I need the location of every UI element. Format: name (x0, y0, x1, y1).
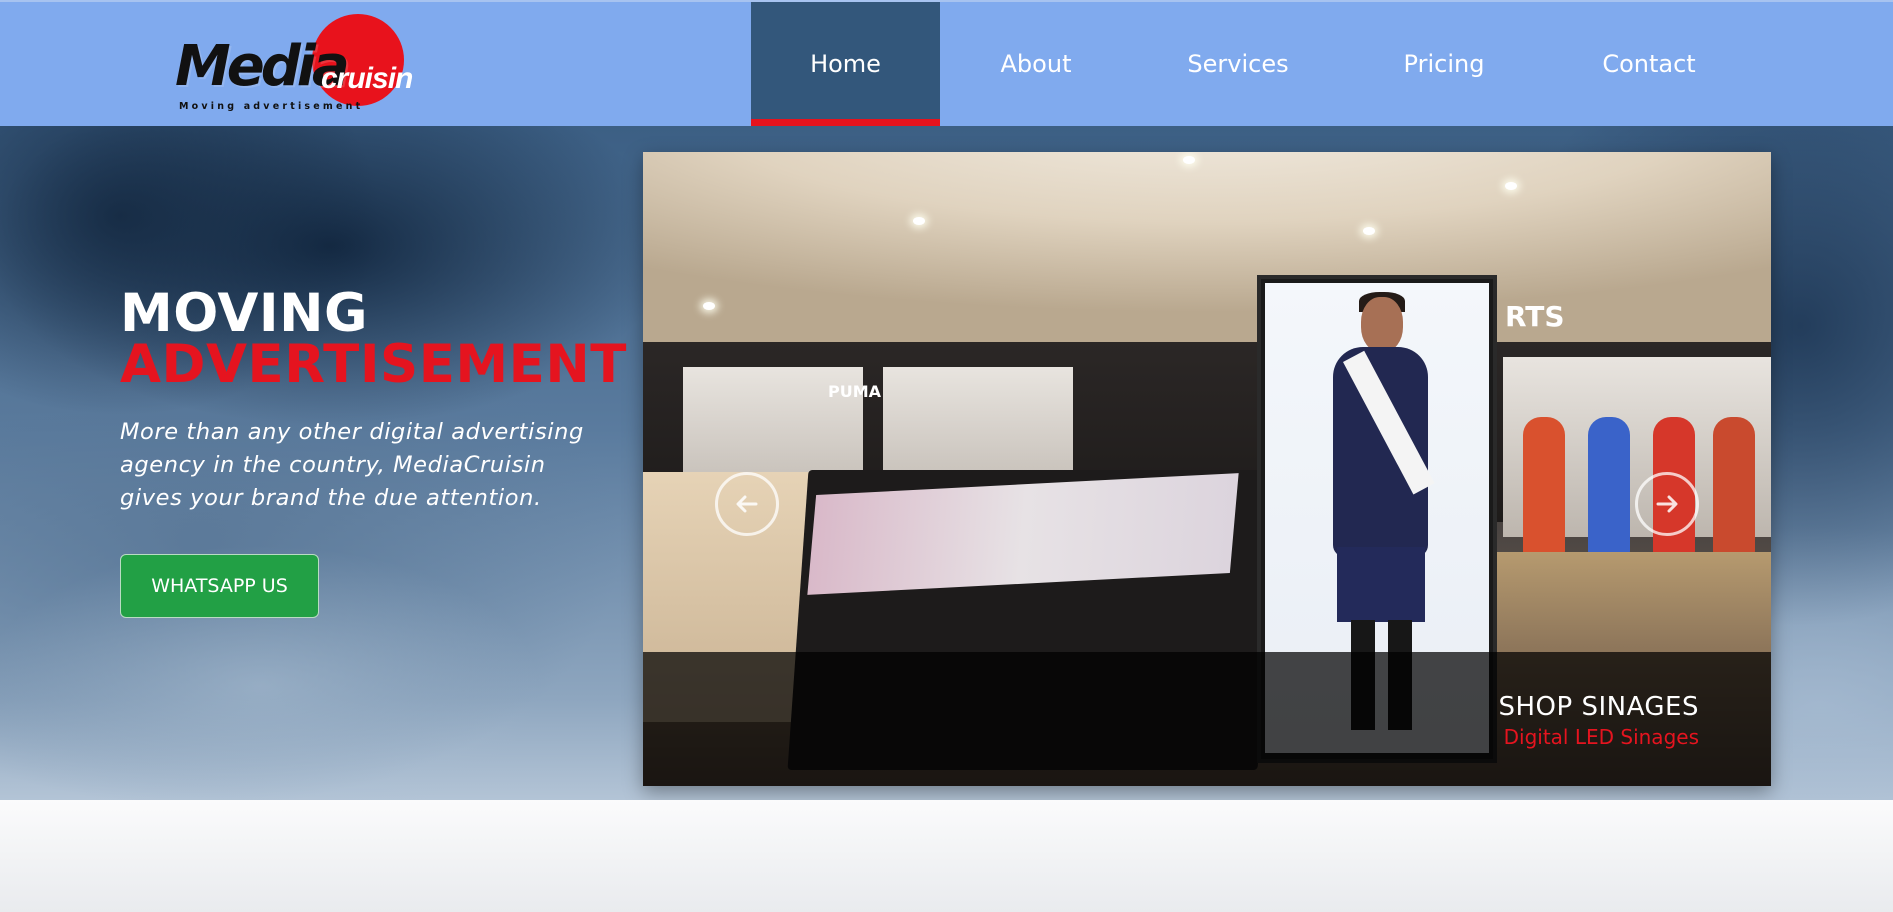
mannequin (1588, 417, 1630, 557)
player-shorts (1337, 547, 1425, 622)
slide-caption-title: SHOP SINAGES (1498, 692, 1699, 722)
ceiling-light (1363, 227, 1375, 235)
brand-logo[interactable]: Media cruisin Moving advertisement (175, 12, 415, 117)
logo-tagline: Moving advertisement (179, 101, 364, 112)
slider-next-button[interactable] (1635, 472, 1699, 536)
nav-item-contact[interactable]: Contact (1544, 2, 1754, 126)
ceiling-light (913, 217, 925, 225)
nav-item-pricing[interactable]: Pricing (1344, 2, 1544, 126)
logo-word-cruisin: cruisin (321, 62, 413, 95)
hero-title-line1: MOVING (120, 283, 368, 344)
store-sign-puma: PUMA (828, 382, 882, 401)
hero-section: MOVING ADVERTISEMENT More than any other… (0, 126, 1893, 800)
nav-item-home[interactable]: Home (751, 2, 940, 126)
hero-description: More than any other digital advertising … (120, 419, 584, 511)
ceiling-light (703, 302, 715, 310)
nav-item-services[interactable]: Services (1132, 2, 1344, 126)
arrow-left-icon (736, 495, 758, 513)
slide-caption-subtitle: Digital LED Sinages (1503, 725, 1699, 749)
mannequin (1713, 417, 1755, 557)
main-nav: Home About Services Pricing Contact (751, 2, 1754, 126)
image-slider[interactable]: PUMA RTS SHOP SINAGES Digital LED Sinage… (643, 152, 1771, 786)
below-hero-section (0, 800, 1893, 912)
ceiling-light (1183, 156, 1195, 164)
slide-ceiling (643, 152, 1771, 342)
nav-item-about[interactable]: About (940, 2, 1132, 126)
store-sign-rts: RTS (1505, 300, 1565, 333)
whatsapp-button[interactable]: WHATSAPP US (120, 554, 319, 618)
top-navbar: Media cruisin Moving advertisement Home … (0, 0, 1893, 126)
hero-title-line2: ADVERTISEMENT (120, 334, 627, 395)
slider-prev-button[interactable] (715, 472, 779, 536)
player-head (1361, 297, 1403, 352)
ceiling-light (1505, 182, 1517, 190)
arrow-right-icon (1656, 495, 1678, 513)
mannequin (1523, 417, 1565, 557)
